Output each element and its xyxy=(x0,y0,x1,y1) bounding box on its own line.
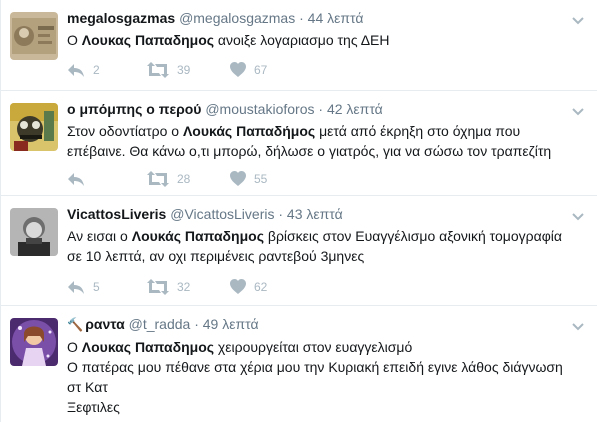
tweet-text: Αν εισαι ο Λουκάς Παπαδημος βρίσκεις στο… xyxy=(67,228,562,264)
highlighted-name: Λουκας Παπαδημος xyxy=(81,339,215,355)
reply-button[interactable]: 2 xyxy=(67,62,100,78)
tweet-header: ο μπόμπης ο περού @moustakioforos · 42 λ… xyxy=(67,100,568,118)
tweet-header: 🔨 ραντα @t_radda · 49 λεπτά xyxy=(67,315,568,334)
reply-count: 5 xyxy=(93,280,100,294)
retweet-count: 39 xyxy=(177,63,191,77)
fullname[interactable]: megalosgazmas xyxy=(67,10,175,26)
tweet-header: VicattosLiveris @VicattosLiveris · 43 λε… xyxy=(67,205,568,223)
like-button[interactable]: 55 xyxy=(230,171,267,186)
timestamp[interactable]: 49 λεπτά xyxy=(203,316,259,332)
like-button[interactable]: 62 xyxy=(230,279,267,294)
separator: · xyxy=(194,316,199,332)
retweet-button[interactable]: 39 xyxy=(147,62,190,78)
retweet-button[interactable]: 32 xyxy=(147,279,190,295)
highlighted-name: Λουκάς Παπαδημος xyxy=(131,228,264,244)
retweet-count: 28 xyxy=(177,172,191,186)
reply-count: 2 xyxy=(93,63,100,77)
like-count: 62 xyxy=(254,279,268,294)
separator: · xyxy=(299,10,304,26)
retweet-button[interactable]: 28 xyxy=(147,171,190,187)
chevron-down-icon[interactable] xyxy=(572,12,584,30)
tweet-text-line: Ξεφτιλες xyxy=(67,399,120,415)
fullname[interactable]: ραντα xyxy=(85,316,125,332)
tweet-text: Στον οδοντίατρο ο Λουκάς Παπαδήμος μετά … xyxy=(67,123,552,159)
reply-icon xyxy=(67,62,85,78)
reply-button[interactable]: 5 xyxy=(67,279,100,295)
highlighted-name: Λουκάς Παπαδήμος xyxy=(182,123,316,139)
tweet-text: Ο Λουκας Παπαδημος ανοιξε λογαριασμο της… xyxy=(67,32,390,48)
fullname[interactable]: ο μπόμπης ο περού xyxy=(67,101,201,117)
avatar[interactable] xyxy=(10,12,58,60)
retweet-count: 32 xyxy=(177,280,191,294)
like-count: 55 xyxy=(254,171,268,186)
chevron-down-icon[interactable] xyxy=(572,318,584,336)
username[interactable]: @t_radda xyxy=(129,316,191,332)
tweet-feed: megalosgazmas @megalosgazmas · 44 λεπτά … xyxy=(0,0,597,422)
tweet[interactable]: 🔨 ραντα @t_radda · 49 λεπτά Ο Λουκας Παπα… xyxy=(1,306,597,422)
retweet-icon xyxy=(147,279,169,295)
like-count: 67 xyxy=(254,62,268,77)
tweet-header: megalosgazmas @megalosgazmas · 44 λεπτά xyxy=(67,9,568,27)
separator: · xyxy=(278,206,284,222)
username[interactable]: @moustakioforos xyxy=(205,101,314,117)
fullname[interactable]: VicattosLiveris xyxy=(67,206,166,222)
like-button[interactable]: 67 xyxy=(230,62,267,77)
tweet[interactable]: ο μπόμπης ο περού @moustakioforos · 42 λ… xyxy=(1,91,597,196)
tweet[interactable]: megalosgazmas @megalosgazmas · 44 λεπτά … xyxy=(1,0,597,91)
tweet-text-line: Ο πατέρας μου πέθανε στα χέρια μου την Κ… xyxy=(67,359,563,395)
heart-icon xyxy=(230,279,246,294)
heart-icon xyxy=(230,62,246,77)
retweet-icon xyxy=(147,171,169,187)
separator: · xyxy=(318,101,324,117)
reply-icon xyxy=(67,171,85,187)
avatar[interactable] xyxy=(10,318,58,366)
reply-icon xyxy=(67,279,85,295)
avatar[interactable] xyxy=(10,103,58,151)
avatar[interactable] xyxy=(10,208,58,256)
hammer-icon: 🔨 xyxy=(67,317,84,332)
username[interactable]: @VicattosLiveris xyxy=(170,206,274,222)
reply-button[interactable] xyxy=(67,171,93,187)
heart-icon xyxy=(230,171,246,186)
chevron-down-icon[interactable] xyxy=(572,103,584,121)
timestamp[interactable]: 44 λεπτά xyxy=(308,10,364,26)
tweet-text: Ο Λουκας Παπαδημος χειρουργείται στον ευ… xyxy=(67,339,413,355)
timestamp[interactable]: 42 λεπτά xyxy=(327,101,383,117)
chevron-down-icon[interactable] xyxy=(572,208,584,226)
timestamp[interactable]: 43 λεπτά xyxy=(287,206,343,222)
username[interactable]: @megalosgazmas xyxy=(179,10,295,26)
tweet[interactable]: VicattosLiveris @VicattosLiveris · 43 λε… xyxy=(1,196,597,306)
retweet-icon xyxy=(147,62,169,78)
highlighted-name: Λουκας Παπαδημος xyxy=(81,32,215,48)
